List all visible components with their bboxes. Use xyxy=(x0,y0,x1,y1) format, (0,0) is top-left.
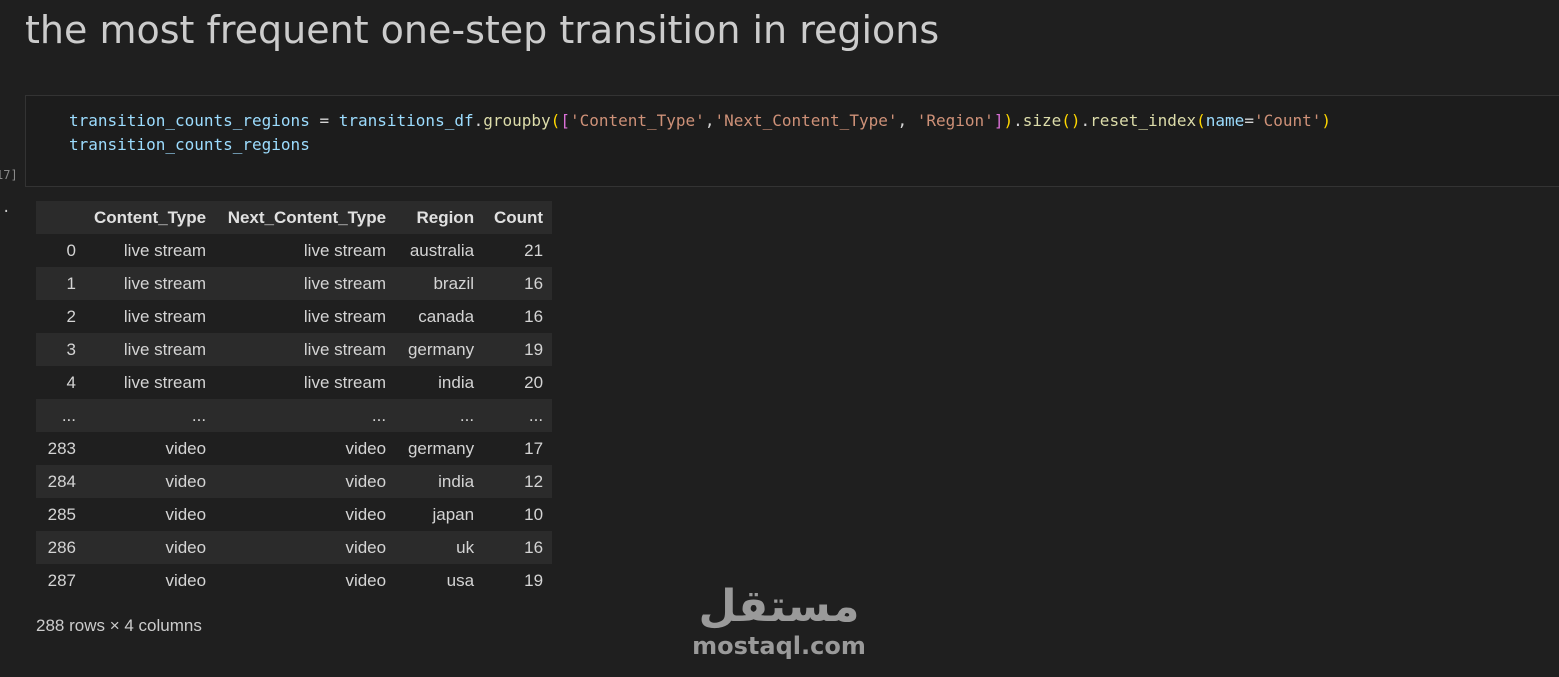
table-cell: video xyxy=(165,570,207,590)
table-cell: live stream xyxy=(303,306,387,326)
table-cell: 19 xyxy=(524,339,544,359)
table-row: 283 video video germany 17 xyxy=(36,432,553,465)
table-cell: uk xyxy=(456,537,475,557)
watermark-arabic: مستقل xyxy=(698,581,860,632)
table-cell: live stream xyxy=(123,306,207,326)
column-header-index xyxy=(36,201,85,234)
output-marker[interactable]: . xyxy=(2,200,10,216)
table-cell: video xyxy=(345,537,387,557)
table-row: 0 live stream live stream australia 21 xyxy=(36,234,553,267)
row-index: 284 xyxy=(47,471,76,491)
table-row: 4 live stream live stream india 20 xyxy=(36,366,553,399)
table-cell: 16 xyxy=(524,537,544,557)
table-cell: australia xyxy=(409,240,475,260)
table-cell: ... xyxy=(371,405,387,425)
table-cell: live stream xyxy=(303,240,387,260)
table-cell: 21 xyxy=(524,240,544,260)
table-row: 284 video video india 12 xyxy=(36,465,553,498)
table-cell: germany xyxy=(407,438,475,458)
table-row: 3 live stream live stream germany 19 xyxy=(36,333,553,366)
table-header-row: Content_Type Next_Content_Type Region Co… xyxy=(36,201,553,234)
table-cell: japan xyxy=(432,504,475,524)
column-header-next-content-type: Next_Content_Type xyxy=(215,201,396,234)
table-cell: germany xyxy=(407,339,475,359)
row-index: 0 xyxy=(66,240,76,260)
table-cell: video xyxy=(345,504,387,524)
code-line-2: transition_counts_regions xyxy=(69,135,310,154)
column-header-region: Region xyxy=(395,201,484,234)
dataframe-shape: 288 rows × 4 columns xyxy=(36,616,202,635)
row-index: ... xyxy=(61,405,76,425)
row-index: 286 xyxy=(47,537,76,557)
table-row: ............... xyxy=(36,399,553,432)
table-row: 285 video video japan 10 xyxy=(36,498,553,531)
table-cell: ... xyxy=(191,405,207,425)
table-cell: live stream xyxy=(303,273,387,293)
row-index: 3 xyxy=(66,339,76,359)
table-cell: india xyxy=(438,372,475,392)
table-cell: video xyxy=(165,438,207,458)
row-index: 1 xyxy=(66,273,76,293)
table-cell: india xyxy=(438,471,475,491)
table-cell: 19 xyxy=(524,570,544,590)
row-index: 287 xyxy=(47,570,76,590)
table-cell: live stream xyxy=(303,339,387,359)
markdown-heading: the most frequent one-step transition in… xyxy=(25,8,940,52)
table-cell: brazil xyxy=(433,273,475,293)
table-cell: live stream xyxy=(123,339,207,359)
code-cell[interactable]: transition_counts_regions = transitions_… xyxy=(25,95,1559,187)
table-cell: live stream xyxy=(303,372,387,392)
watermark-logo: مستقل mostaql.com xyxy=(686,581,872,661)
table-cell: live stream xyxy=(123,372,207,392)
table-row: 287 video video usa 19 xyxy=(36,564,553,597)
execution-count: 17] xyxy=(0,168,18,182)
table-cell: 16 xyxy=(524,273,544,293)
table-cell: video xyxy=(165,504,207,524)
table-cell: 17 xyxy=(524,438,544,458)
table-cell: live stream xyxy=(123,240,207,260)
table-cell: 16 xyxy=(524,306,544,326)
table-cell: ... xyxy=(459,405,475,425)
table-cell: ... xyxy=(528,405,544,425)
table-body: 0 live stream live stream australia 21 1 live … xyxy=(36,234,553,597)
row-index: 2 xyxy=(66,306,76,326)
table-cell: usa xyxy=(446,570,475,590)
table-cell: video xyxy=(345,570,387,590)
code-line-1: transition_counts_regions = transitions_… xyxy=(69,111,1332,130)
table-row: 286 video video uk 16 xyxy=(36,531,553,564)
table-cell: 20 xyxy=(524,372,544,392)
table-cell: 12 xyxy=(524,471,544,491)
table-row: 2 live stream live stream canada 16 xyxy=(36,300,553,333)
table-cell: 10 xyxy=(524,504,544,524)
column-header-count: Count xyxy=(483,201,553,234)
row-index: 283 xyxy=(47,438,76,458)
code-editor[interactable]: transition_counts_regions = transitions_… xyxy=(69,109,1331,157)
watermark-latin: mostaql.com xyxy=(692,632,866,660)
table-cell: video xyxy=(165,471,207,491)
table-cell: video xyxy=(165,537,207,557)
table-cell: video xyxy=(345,471,387,491)
table-cell: video xyxy=(345,438,387,458)
dataframe-table: Content_Type Next_Content_Type Region Co… xyxy=(36,201,553,597)
row-index: 4 xyxy=(66,372,76,392)
column-header-content-type: Content_Type xyxy=(85,201,216,234)
table-cell: live stream xyxy=(123,273,207,293)
table-row: 1 live stream live stream brazil 16 xyxy=(36,267,553,300)
row-index: 285 xyxy=(47,504,76,524)
table-cell: canada xyxy=(418,306,475,326)
